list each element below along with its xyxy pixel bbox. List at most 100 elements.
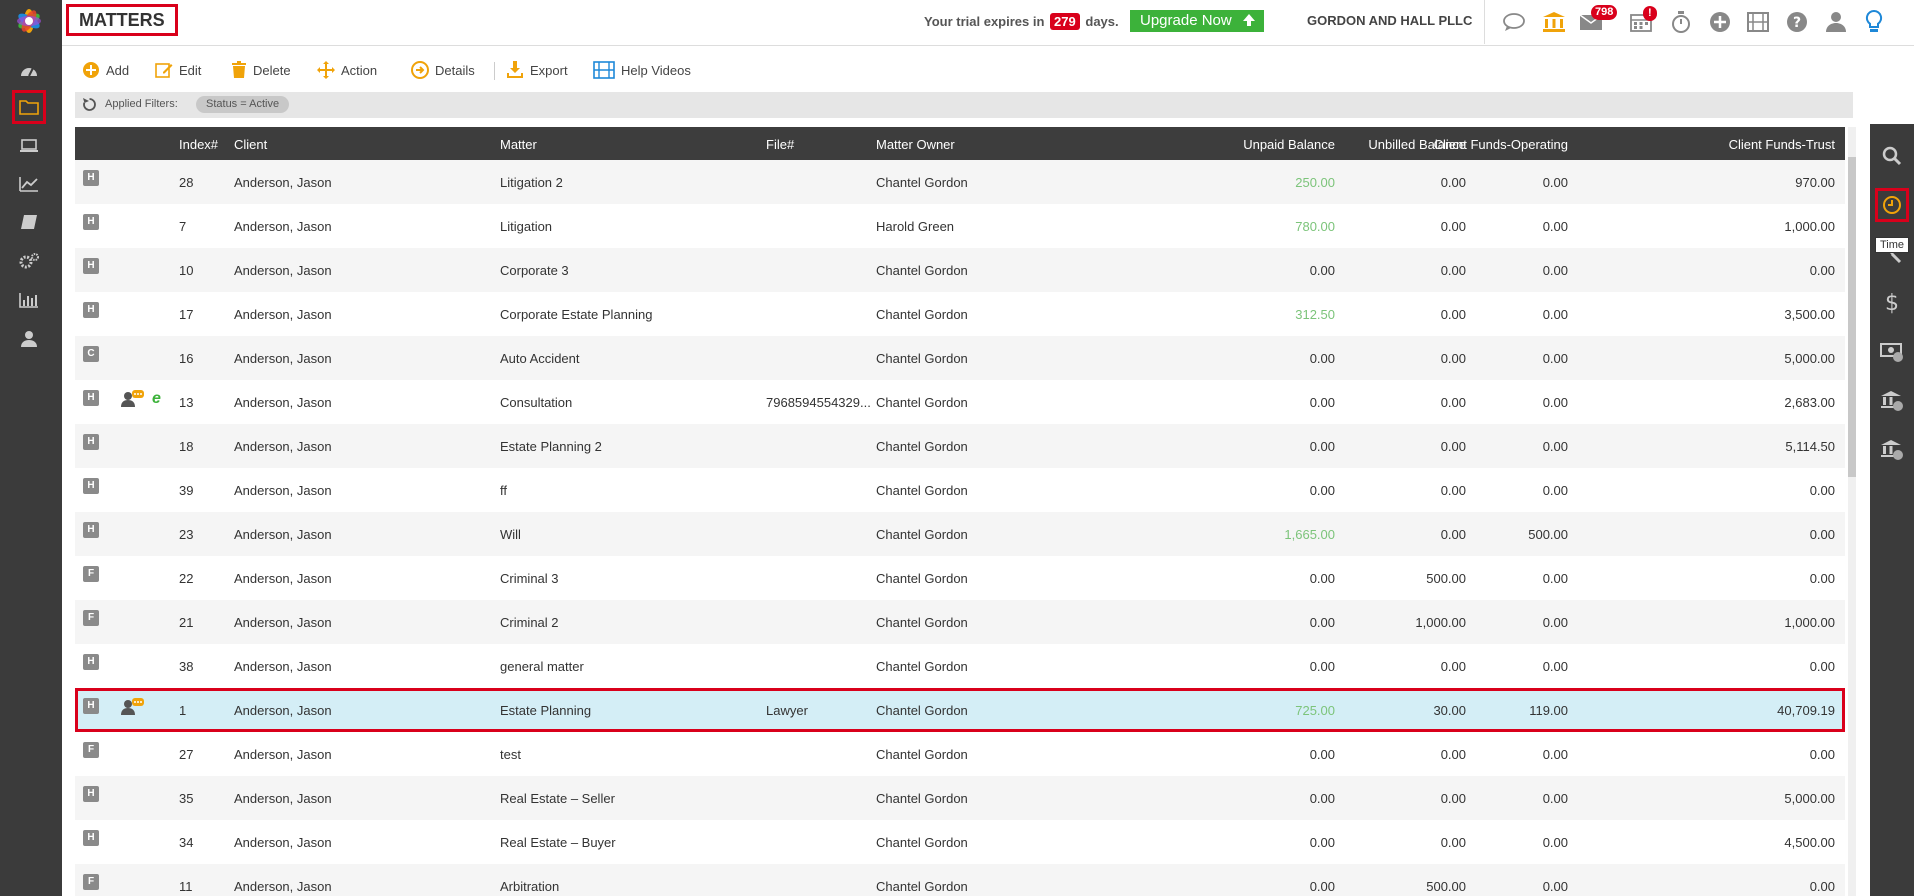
col-index[interactable]: Index# xyxy=(179,137,218,152)
right-operating-bank-button[interactable] xyxy=(1878,387,1906,415)
details-button[interactable]: Details xyxy=(411,61,475,79)
add-button[interactable]: Add xyxy=(82,61,129,79)
table-row[interactable]: H 10 Anderson, Jason Corporate 3 Chantel Gor… xyxy=(75,248,1845,292)
cell-unbilled: 500.00 xyxy=(1426,879,1466,894)
nav-reports[interactable] xyxy=(13,284,45,316)
matters-grid: Index# Client Matter File# Matter Owner … xyxy=(75,127,1845,896)
cell-client: Anderson, Jason xyxy=(234,175,332,190)
cell-client: Anderson, Jason xyxy=(234,659,332,674)
cell-unbilled: 0.00 xyxy=(1440,527,1466,542)
table-row[interactable]: F 11 Anderson, Jason Arbitration Chantel Gor… xyxy=(75,864,1845,896)
laptop-icon xyxy=(20,139,38,152)
table-row[interactable]: H 18 Anderson, Jason Estate Planning 2 Chant… xyxy=(75,424,1845,468)
quick-add-button[interactable] xyxy=(1707,9,1733,35)
nav-contacts[interactable] xyxy=(13,323,45,355)
right-search-button[interactable] xyxy=(1878,142,1906,170)
col-client[interactable]: Client xyxy=(234,137,267,152)
nav-time[interactable] xyxy=(13,130,45,162)
e-filing-icon[interactable]: e xyxy=(152,390,161,408)
app-logo[interactable] xyxy=(10,2,48,40)
table-row[interactable]: He 13 Anderson, Jason Consultation 796859455… xyxy=(75,380,1845,424)
filter-chip[interactable]: Status = Active xyxy=(196,96,290,113)
details-label: Details xyxy=(435,62,475,78)
table-row[interactable]: F 22 Anderson, Jason Criminal 3 Chantel Gord… xyxy=(75,556,1845,600)
cell-trust: 0.00 xyxy=(1809,263,1835,278)
cell-index: 23 xyxy=(179,527,194,542)
dashboard-icon xyxy=(21,67,37,77)
table-row[interactable]: F 21 Anderson, Jason Criminal 2 Chantel Gord… xyxy=(75,600,1845,644)
delete-button[interactable]: Delete xyxy=(231,61,291,79)
table-row[interactable]: H 39 Anderson, Jason ff Chantel Gordon 0.00 0.… xyxy=(75,468,1845,512)
cell-operating: 0.00 xyxy=(1542,659,1568,674)
right-billing-button[interactable]: $ xyxy=(1878,289,1906,317)
header-divider xyxy=(1484,0,1485,44)
table-row[interactable]: H 28 Anderson, Jason Litigation 2 Chantel Go… xyxy=(75,160,1845,204)
cell-unpaid: 0.00 xyxy=(1309,659,1335,674)
download-icon xyxy=(507,61,523,78)
cell-unbilled: 0.00 xyxy=(1440,791,1466,806)
profile-button[interactable] xyxy=(1823,9,1849,35)
col-unpaid[interactable]: Unpaid Balance xyxy=(1243,137,1335,152)
col-matter[interactable]: Matter xyxy=(500,137,537,152)
grid-scrollbar[interactable] xyxy=(1848,127,1856,896)
cell-client: Anderson, Jason xyxy=(234,483,332,498)
cell-index: 10 xyxy=(179,263,194,278)
bank-button[interactable] xyxy=(1541,9,1567,35)
nav-settings[interactable] xyxy=(13,245,45,277)
chat-button[interactable] xyxy=(1501,9,1527,35)
nav-reports-trend[interactable] xyxy=(13,168,45,200)
col-owner[interactable]: Matter Owner xyxy=(876,137,955,152)
scrollbar-thumb[interactable] xyxy=(1848,157,1856,477)
status-badge: H xyxy=(83,698,99,714)
cell-owner: Chantel Gordon xyxy=(876,483,968,498)
action-button[interactable]: Action xyxy=(317,61,377,79)
cell-unpaid: 250.00 xyxy=(1295,175,1335,190)
table-row[interactable]: H 38 Anderson, Jason general matter Chantel … xyxy=(75,644,1845,688)
cell-trust: 5,000.00 xyxy=(1784,791,1835,806)
right-payments-button[interactable] xyxy=(1878,338,1906,366)
cell-unpaid: 0.00 xyxy=(1309,747,1335,762)
user-icon xyxy=(1826,12,1846,32)
help-button[interactable]: ? xyxy=(1784,9,1810,35)
cell-trust: 5,114.50 xyxy=(1785,439,1835,454)
upgrade-button[interactable]: Upgrade Now xyxy=(1130,10,1264,32)
nav-matters[interactable] xyxy=(12,90,46,124)
cell-matter: Litigation 2 xyxy=(500,175,563,190)
edit-button[interactable]: Edit xyxy=(155,61,201,79)
help-videos-button[interactable]: Help Videos xyxy=(593,61,691,79)
table-row[interactable]: H 23 Anderson, Jason Will Chantel Gordon 1,66… xyxy=(75,512,1845,556)
table-row[interactable]: H 17 Anderson, Jason Corporate Estate Plann… xyxy=(75,292,1845,336)
user-icon xyxy=(21,331,37,347)
cell-client: Anderson, Jason xyxy=(234,439,332,454)
nav-dashboard[interactable] xyxy=(13,54,45,86)
cell-trust: 1,000.00 xyxy=(1784,219,1835,234)
table-row[interactable]: C 16 Anderson, Jason Auto Accident Chantel G… xyxy=(75,336,1845,380)
reset-filter-icon[interactable] xyxy=(82,97,97,112)
videos-button[interactable] xyxy=(1745,9,1771,35)
cell-operating: 0.00 xyxy=(1542,219,1568,234)
col-trust[interactable]: Client Funds-Trust xyxy=(1729,137,1835,152)
contact-chat-icon[interactable] xyxy=(120,390,146,408)
right-trust-bank-button[interactable] xyxy=(1878,436,1906,464)
cell-unpaid: 0.00 xyxy=(1309,879,1335,894)
bank-icon xyxy=(1543,12,1565,32)
right-time-button[interactable] xyxy=(1875,188,1909,222)
contact-chat-icon[interactable] xyxy=(120,698,146,716)
table-row[interactable]: F 27 Anderson, Jason test Chantel Gordon 0.00… xyxy=(75,732,1845,776)
page-title: MATTERS xyxy=(66,4,178,36)
table-row[interactable]: H 1 Anderson, Jason Estate Planning Lawyer Ch… xyxy=(75,688,1845,732)
cell-operating: 500.00 xyxy=(1528,527,1568,542)
col-operating[interactable]: Client Funds-Operating xyxy=(1434,137,1568,152)
table-row[interactable]: H 34 Anderson, Jason Real Estate – Buyer Cha… xyxy=(75,820,1845,864)
svg-text:$: $ xyxy=(1885,291,1899,315)
add-label: Add xyxy=(106,62,130,78)
cell-unbilled: 0.00 xyxy=(1440,483,1466,498)
nav-library[interactable] xyxy=(13,206,45,238)
table-row[interactable]: H 7 Anderson, Jason Litigation Harold Green 7… xyxy=(75,204,1845,248)
col-file[interactable]: File# xyxy=(766,137,794,152)
cell-matter: Real Estate – Seller xyxy=(500,791,615,806)
table-row[interactable]: H 35 Anderson, Jason Real Estate – Seller Ch… xyxy=(75,776,1845,820)
tips-button[interactable] xyxy=(1861,9,1887,35)
timer-button[interactable] xyxy=(1668,9,1694,35)
export-button[interactable]: Export xyxy=(506,61,568,79)
